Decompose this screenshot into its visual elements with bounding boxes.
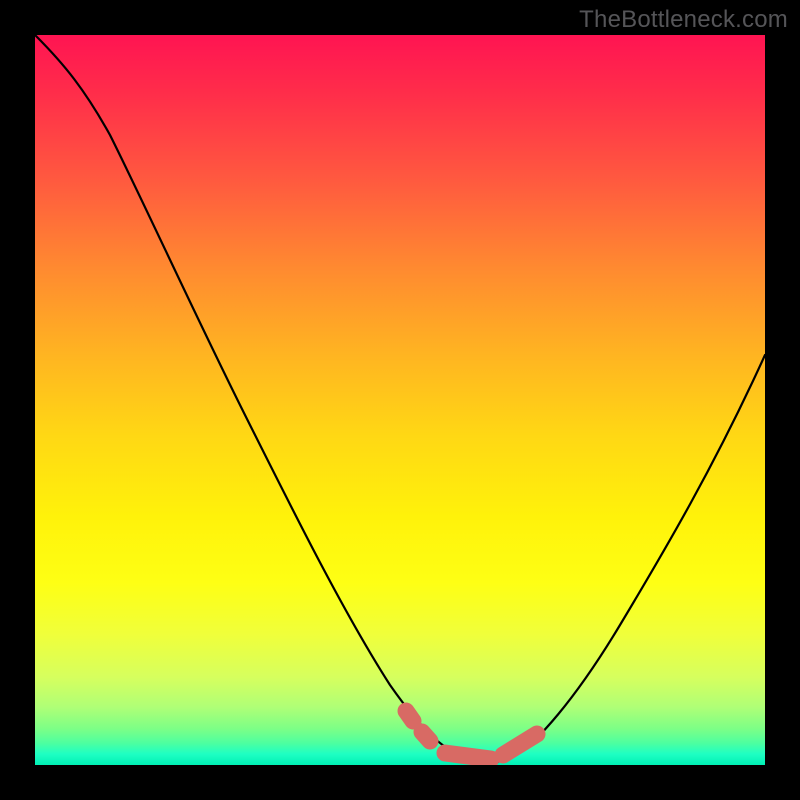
bottleneck-curve <box>35 35 765 762</box>
optimal-range-dash-4 <box>503 734 537 755</box>
curve-layer <box>35 35 765 765</box>
plot-area <box>35 35 765 765</box>
optimal-range-dash-1 <box>406 711 413 721</box>
optimal-range-dash-3 <box>445 753 491 759</box>
optimal-range-dash-2 <box>422 732 430 741</box>
chart-stage: TheBottleneck.com <box>0 0 800 800</box>
watermark-text: TheBottleneck.com <box>579 6 788 34</box>
optimal-range <box>406 711 537 759</box>
